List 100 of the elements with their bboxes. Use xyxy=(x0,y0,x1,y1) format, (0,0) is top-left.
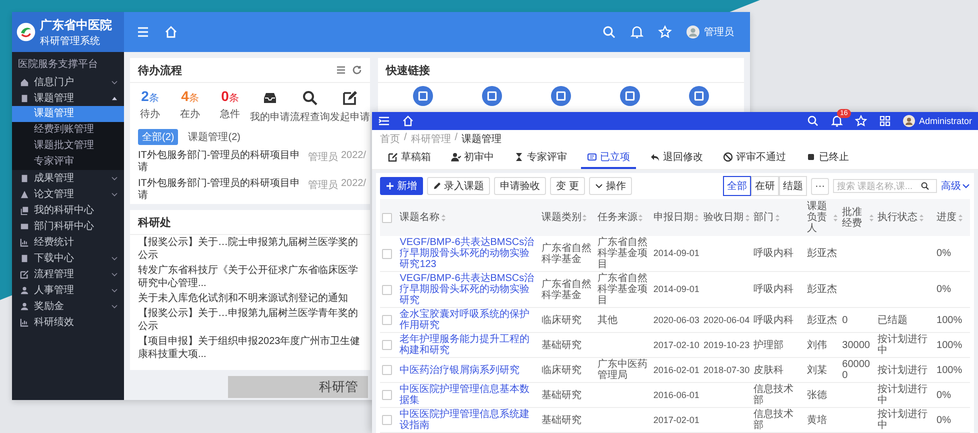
star-icon[interactable] xyxy=(854,115,867,127)
filter-toggle[interactable]: 结题 xyxy=(779,176,807,196)
notice-link[interactable]: 转发广东省科技厅《关于公开征求广东省临床医学研究中心管理... xyxy=(130,263,370,291)
user-name[interactable]: Administrator xyxy=(918,116,972,126)
sidebar-item[interactable]: 我的科研中心 xyxy=(12,202,124,218)
task-date: 2022/ xyxy=(340,150,366,161)
sidebar-item[interactable]: 成果管理 xyxy=(12,170,124,186)
home-icon[interactable] xyxy=(402,115,414,127)
status-tab[interactable]: 评审不通过 xyxy=(717,148,792,169)
user-icon xyxy=(20,286,29,294)
avatar-icon[interactable] xyxy=(902,115,915,127)
table-cell-text: 基础研究 xyxy=(541,414,582,426)
project-link[interactable]: 中医药治疗银屑病系列研究 xyxy=(400,364,538,376)
menu-icon[interactable] xyxy=(378,115,390,127)
shortcut-button[interactable]: 我的申请 xyxy=(250,88,290,124)
status-tab[interactable]: 草稿箱 xyxy=(382,148,437,169)
notice-link[interactable]: 【项目申报】关于组织申报2023年度广州市卫生健康科技重大项... xyxy=(130,334,370,362)
checkbox[interactable] xyxy=(382,390,392,400)
shortcut-button[interactable]: 发起申请 xyxy=(330,88,370,124)
sidebar-item[interactable]: 课题管理 xyxy=(12,90,124,106)
search-icon[interactable] xyxy=(602,25,616,39)
project-link[interactable]: 金水宝胶囊对呼吸系统的保护作用研究 xyxy=(400,309,538,331)
shortcut-icon[interactable] xyxy=(620,86,640,106)
checkbox[interactable] xyxy=(382,212,392,222)
project-link[interactable]: 老年护理服务能力提升工程的构建和研究 xyxy=(400,334,538,356)
table-cell-text: 广东省自然科学基金项目 xyxy=(597,273,648,306)
task-title[interactable]: IT外包服务部门-管理员的科研项目申请 xyxy=(138,150,305,174)
stat-count: 4条 xyxy=(181,88,199,105)
chevron-down-icon xyxy=(594,182,603,190)
shortcut-icon[interactable] xyxy=(412,86,433,106)
toolbar-button[interactable]: 申请验收 xyxy=(494,177,546,195)
sidebar-item[interactable]: 流程管理 xyxy=(12,266,124,282)
submenu-item[interactable]: 课题管理 xyxy=(12,106,124,122)
table-cell-text: 0% xyxy=(936,284,952,295)
submenu-item[interactable]: 专家评审 xyxy=(12,154,124,170)
project-link[interactable]: 中医医院护理管理信息基本数据集 xyxy=(400,384,538,406)
bell-icon[interactable] xyxy=(630,25,644,39)
home-icon xyxy=(20,78,29,86)
column-header[interactable]: 进度 xyxy=(936,212,957,223)
shortcut-button[interactable]: 流程查询 xyxy=(290,88,330,124)
toolbar-button[interactable]: 变 更 xyxy=(550,177,585,195)
list-icon[interactable] xyxy=(336,65,346,75)
grid-icon[interactable] xyxy=(878,115,891,127)
table-cell-text: 按计划进行中 xyxy=(878,384,929,406)
sidebar-item[interactable]: 奖励金 xyxy=(12,298,124,314)
table-cell-text: 广东省自然科学基金 xyxy=(541,278,592,300)
filter-chip[interactable]: 课题管理(2) xyxy=(184,129,244,145)
task-title[interactable]: IT外包服务部门-管理员的科研项目申请 xyxy=(138,178,305,202)
menu-icon[interactable] xyxy=(136,25,150,39)
notice-link[interactable]: 【报奖公示】关于…院士申报第九届树兰医学奖的公示 xyxy=(130,235,370,263)
advanced-link[interactable]: 高级 xyxy=(941,179,970,193)
project-link[interactable]: VEGF/BMP-6共表达BMSCs治疗早期股骨头坏死的动物实验研究 xyxy=(400,273,538,306)
notice-link[interactable]: 【报奖公示】关于…申报第九届树兰医学青年奖的公示 xyxy=(130,306,370,334)
project-link[interactable]: VEGF/BMP-6共表达BMSCs治疗早期股骨头坏死的动物实验研究123 xyxy=(400,237,538,270)
checkbox[interactable] xyxy=(382,365,392,375)
star-icon[interactable] xyxy=(658,25,672,39)
submenu-item[interactable]: 课题批文管理 xyxy=(12,138,124,154)
card-title: 科研处 xyxy=(138,216,171,230)
column-header[interactable]: 部门 xyxy=(754,212,774,223)
task-user: 管理员 xyxy=(308,179,338,192)
bell-icon[interactable] xyxy=(830,115,843,127)
table-cell-text: 基础研究 xyxy=(541,390,582,400)
status-tab[interactable]: 初审中 xyxy=(445,148,500,169)
sidebar-item[interactable]: 科研绩效 xyxy=(12,314,124,330)
status-tab[interactable]: 专家评审 xyxy=(508,148,573,169)
card-icon xyxy=(587,152,597,162)
status-tab[interactable]: 已终止 xyxy=(800,148,855,169)
filter-toggle[interactable]: 全部 xyxy=(723,176,751,196)
search-field[interactable]: 搜索 课题名称,课... xyxy=(833,179,937,193)
column-header[interactable]: 课题名称 xyxy=(400,212,440,223)
filter-toggle[interactable]: 在研 xyxy=(751,176,779,196)
notice-link[interactable]: 关于未入库危化试剂和不明来源试剂登记的通知 xyxy=(130,291,370,306)
submenu-item[interactable]: 经费到账管理 xyxy=(12,122,124,138)
search-icon xyxy=(302,90,318,106)
sidebar-item[interactable]: 部门科研中心 xyxy=(12,218,124,234)
sidebar-item[interactable]: 下载中心 xyxy=(12,250,124,266)
more-button[interactable]: ··· xyxy=(811,178,829,194)
shortcut-icon[interactable] xyxy=(689,86,710,106)
table-cell-text: 按计划进行 xyxy=(878,364,929,376)
checkbox[interactable] xyxy=(382,340,392,350)
checkbox[interactable] xyxy=(382,315,392,325)
sidebar-item[interactable]: 论文管理 xyxy=(12,186,124,202)
status-tab[interactable]: 退回修改 xyxy=(644,148,709,169)
toolbar-button[interactable]: 录入课题 xyxy=(427,177,490,195)
shortcut-icon[interactable] xyxy=(550,86,571,106)
search-icon[interactable] xyxy=(806,115,819,127)
sidebar-item[interactable]: 信息门户 xyxy=(12,74,124,90)
refresh-icon[interactable] xyxy=(352,65,362,75)
checkbox[interactable] xyxy=(382,415,392,425)
checkbox[interactable] xyxy=(382,248,392,258)
avatar-icon[interactable] xyxy=(686,25,700,39)
checkbox[interactable] xyxy=(382,284,392,294)
sidebar-item[interactable]: 经费统计 xyxy=(12,234,124,250)
shortcut-icon[interactable] xyxy=(482,86,502,106)
project-link[interactable]: 中医医院护理管理信息系统建设指南 xyxy=(400,409,538,431)
sidebar-item[interactable]: 人事管理 xyxy=(12,282,124,298)
user-name[interactable]: 管理员 xyxy=(704,25,734,39)
dropdown-button[interactable]: 操作 xyxy=(588,177,632,195)
home-icon[interactable] xyxy=(164,25,178,39)
add-button[interactable]: 新增 xyxy=(380,177,423,195)
